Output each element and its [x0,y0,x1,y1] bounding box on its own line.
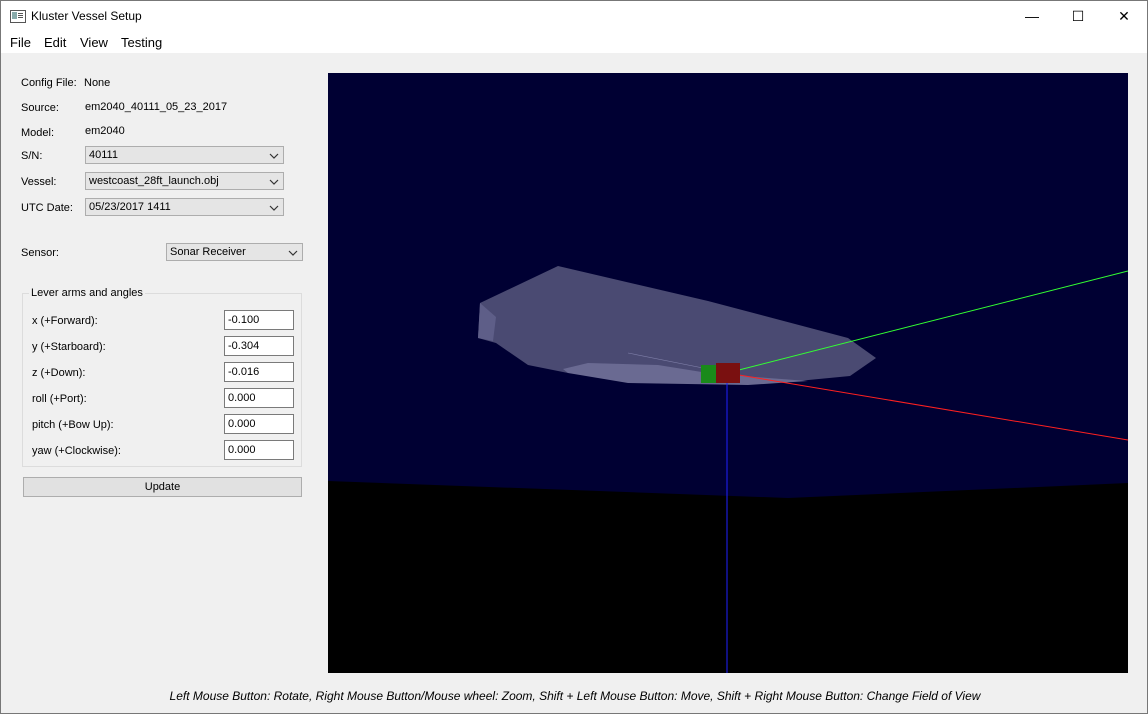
ground-plane [328,481,1128,673]
y-starboard-label: y (+Starboard): [32,341,106,353]
x-forward-input[interactable]: -0.100 [224,310,294,330]
close-button[interactable]: ✕ [1101,1,1147,31]
main-window: Kluster Vessel Setup — ☐ ✕ File Edit Vie… [0,0,1148,714]
chevron-down-icon [269,179,279,185]
sensor-label: Sensor: [21,247,59,259]
sensor-marker-red [716,363,740,383]
sensor-select[interactable]: Sonar Receiver [166,243,303,261]
roll-port-input[interactable]: 0.000 [224,388,294,408]
chevron-down-icon [269,153,279,159]
vessel-3d-viewport[interactable] [328,73,1128,673]
model-value: em2040 [85,125,125,137]
status-hint-text: Left Mouse Button: Rotate, Right Mouse B… [169,689,981,703]
title-bar: Kluster Vessel Setup — ☐ ✕ [1,1,1147,31]
model-label: Model: [21,127,55,139]
source-value: em2040_40111_05_23_2017 [85,101,228,113]
sn-label: S/N: [21,150,43,162]
menu-edit[interactable]: Edit [44,35,66,50]
sn-select-value: 40111 [89,149,118,161]
z-down-label: z (+Down): [32,367,86,379]
app-icon [10,10,26,23]
menu-bar: File Edit View Testing [1,31,1147,53]
utc-date-select[interactable]: 05/23/2017 1411 [85,198,284,216]
lever-arms-title: Lever arms and angles [29,287,145,299]
config-file-label: Config File: [21,77,77,89]
sn-select[interactable]: 40111 [85,146,284,164]
roll-port-label: roll (+Port): [32,393,87,405]
vessel-select[interactable]: westcoast_28ft_launch.obj [85,172,284,190]
x-forward-label: x (+Forward): [32,315,98,327]
update-button[interactable]: Update [23,477,302,497]
chevron-down-icon [288,250,298,256]
vessel-select-value: westcoast_28ft_launch.obj [89,175,219,187]
utc-date-select-value: 05/23/2017 1411 [89,201,171,213]
config-file-value: None [84,77,111,89]
pitch-bow-up-label: pitch (+Bow Up): [32,419,114,431]
menu-testing[interactable]: Testing [121,35,162,50]
vessel-3d-scene [328,73,1128,673]
chevron-down-icon [269,205,279,211]
maximize-button[interactable]: ☐ [1055,1,1101,31]
vessel-label: Vessel: [21,176,57,188]
menu-view[interactable]: View [80,35,108,50]
sensor-select-value: Sonar Receiver [170,246,246,258]
yaw-clockwise-input[interactable]: 0.000 [224,440,294,460]
utc-date-label: UTC Date: [21,202,73,214]
window-title: Kluster Vessel Setup [31,9,142,23]
minimize-button[interactable]: — [1009,1,1055,31]
yaw-clockwise-label: yaw (+Clockwise): [32,445,121,457]
pitch-bow-up-input[interactable]: 0.000 [224,414,294,434]
z-down-input[interactable]: -0.016 [224,362,294,382]
source-label: Source: [21,102,59,114]
y-starboard-input[interactable]: -0.304 [224,336,294,356]
sensor-marker-green [701,365,717,383]
menu-file[interactable]: File [10,35,31,50]
